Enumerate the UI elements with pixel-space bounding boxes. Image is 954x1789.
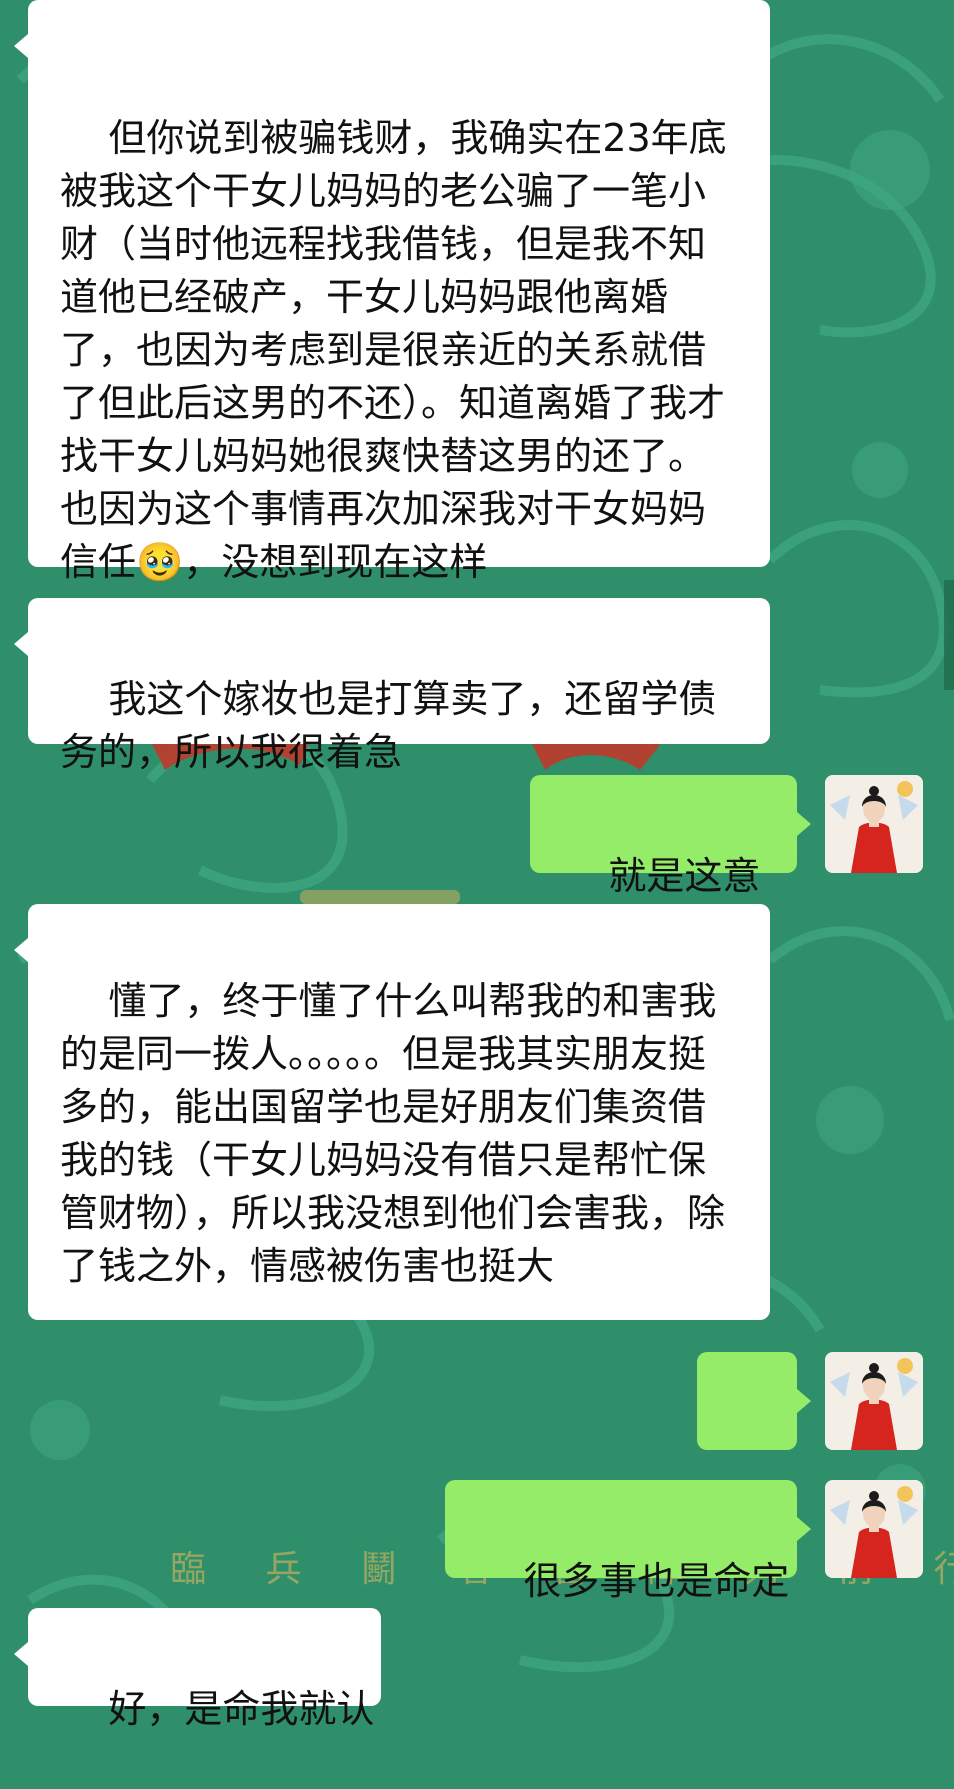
received-message-bubble[interactable]: 懂了，终于懂了什么叫帮我的和害我的是同一拨人。。。。。但是我其实朋友挺多的，能出… bbox=[14, 904, 770, 1320]
received-message-bubble[interactable]: 我这个嫁妆也是打算卖了，还留学债务的，所以我很着急 bbox=[14, 598, 770, 774]
message-text: 很多事也是命定 bbox=[523, 1559, 790, 1603]
user-avatar[interactable] bbox=[825, 775, 923, 873]
message-text: 好，是命我就认 bbox=[108, 1687, 375, 1731]
avatar-woman-icon bbox=[825, 1480, 923, 1578]
received-message-bubble[interactable]: 好，是命我就认 bbox=[14, 1608, 381, 1731]
received-message-bubble[interactable]: .m1::before{} 但你说到被骗钱财，我确实在23年底被我这个干女儿妈妈… bbox=[14, 0, 770, 584]
chat-message-list[interactable]: .m1::before{} 但你说到被骗钱财，我确实在23年底被我这个干女儿妈妈… bbox=[0, 0, 954, 1731]
sent-message-bubble[interactable]: 嗯 bbox=[697, 1352, 811, 1528]
message-text: 但你说到被骗钱财，我确实在23年底被我这个干女儿妈妈的老公骗了一笔小财（当时他远… bbox=[60, 116, 727, 584]
sent-message-bubble[interactable]: 很多事也是命定 bbox=[445, 1480, 811, 1603]
message-text: 懂了，终于懂了什么叫帮我的和害我的是同一拨人。。。。。但是我其实朋友挺多的，能出… bbox=[60, 979, 726, 1288]
sent-message-bubble[interactable]: 就是这意思 bbox=[530, 775, 811, 951]
avatar-woman-icon bbox=[825, 775, 923, 873]
message-text: 我这个嫁妆也是打算卖了，还留学债务的，所以我很着急 bbox=[60, 677, 717, 774]
avatar-woman-icon bbox=[825, 1352, 923, 1450]
user-avatar[interactable] bbox=[825, 1352, 923, 1450]
scrollbar[interactable] bbox=[944, 580, 954, 690]
user-avatar[interactable] bbox=[825, 1480, 923, 1578]
